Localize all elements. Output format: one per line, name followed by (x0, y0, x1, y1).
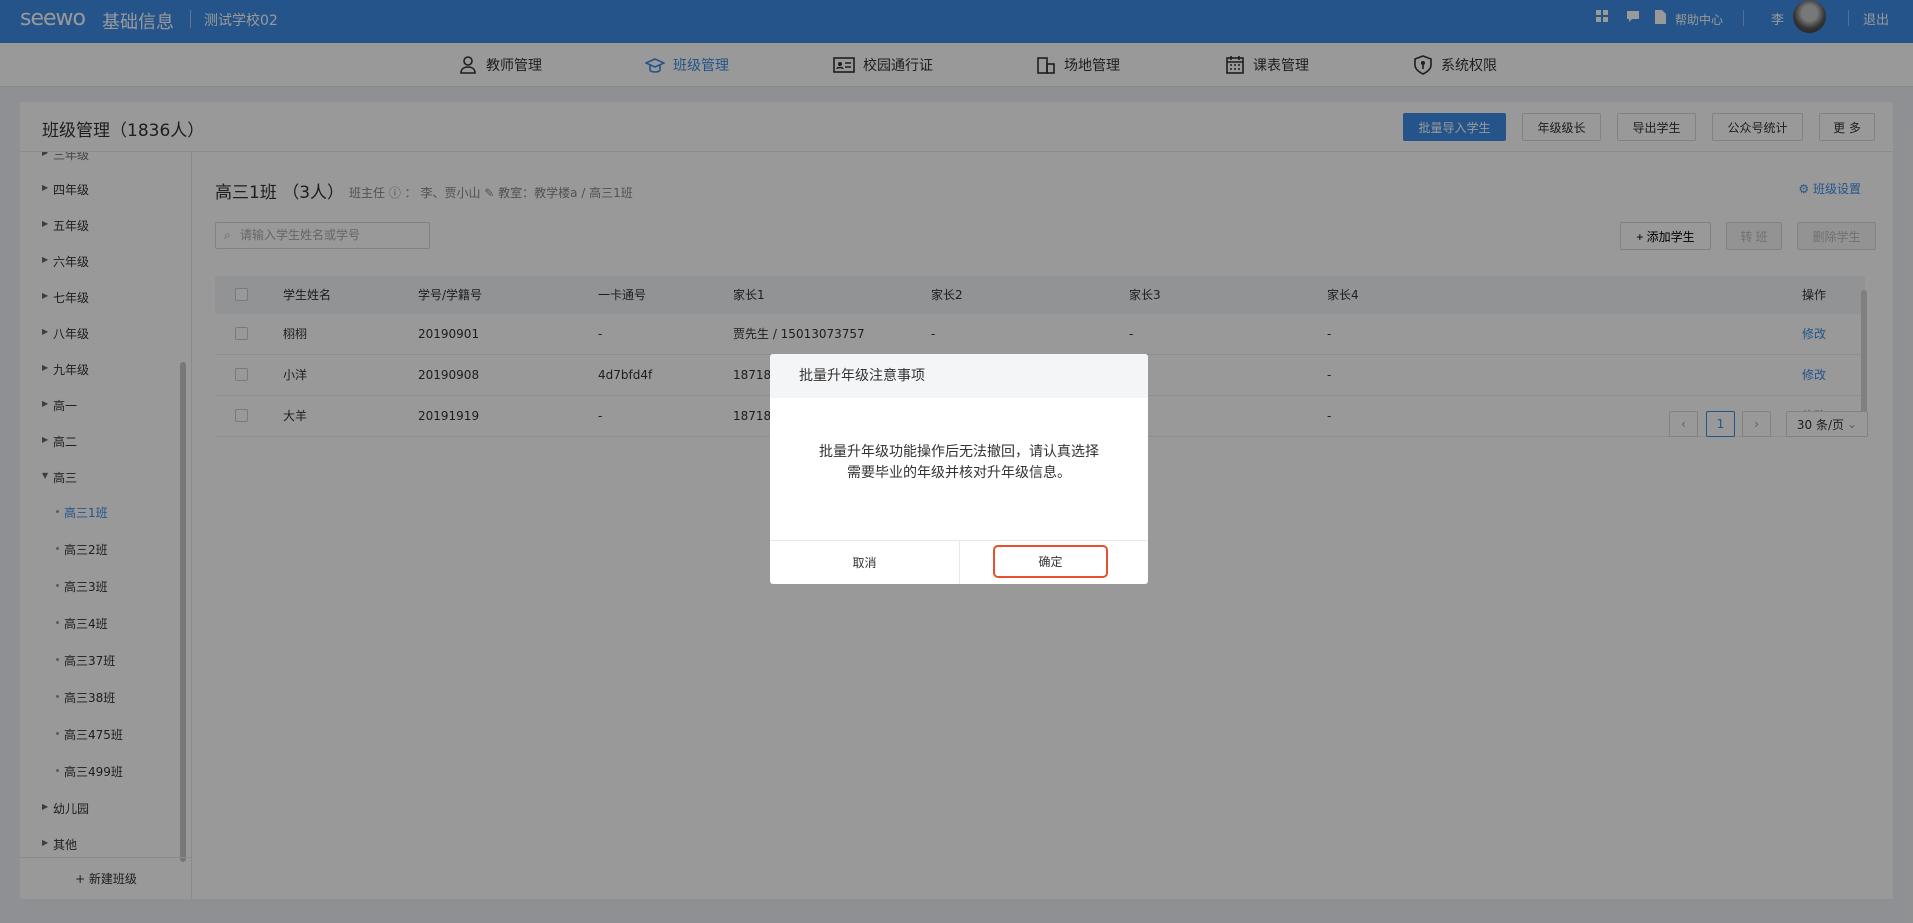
confirm-button[interactable]: 确定 (993, 545, 1108, 578)
divider (959, 541, 960, 584)
dialog-title: 批量升年级注意事项 (770, 354, 1148, 398)
batch-promote-dialog: 批量升年级注意事项 批量升年级功能操作后无法撤回，请认真选择 需要毕业的年级并核… (770, 354, 1148, 584)
cancel-button[interactable]: 取消 (770, 541, 959, 584)
dialog-footer: 取消 确定 (770, 540, 1148, 584)
dialog-message-line: 批量升年级功能操作后无法撤回，请认真选择 (819, 444, 1099, 460)
dialog-message-line: 需要毕业的年级并核对升年级信息。 (847, 465, 1071, 481)
dialog-message: 批量升年级功能操作后无法撤回，请认真选择 需要毕业的年级并核对升年级信息。 (770, 442, 1148, 484)
